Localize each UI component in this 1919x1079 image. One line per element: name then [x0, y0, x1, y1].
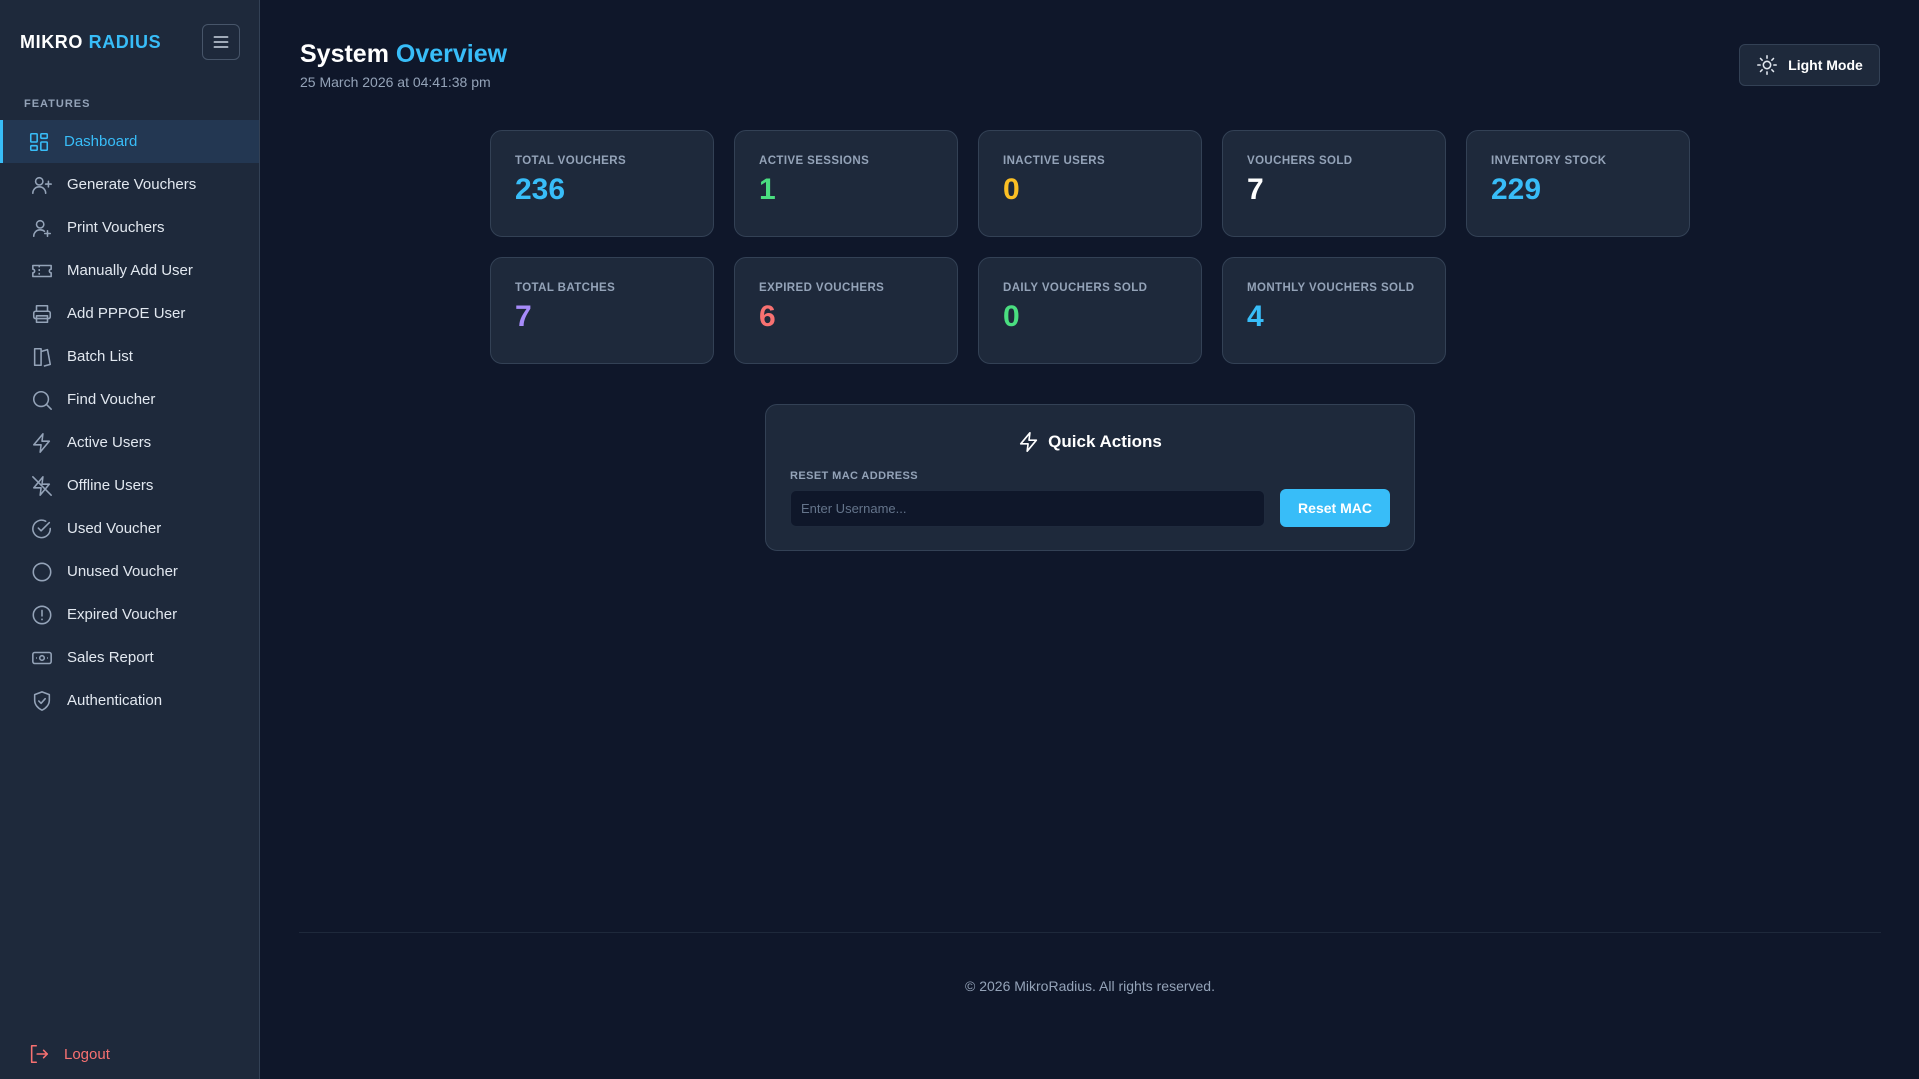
stat-value: 7	[1247, 173, 1264, 206]
stat-card-monthly-vouchers-sold: MONTHLY VOUCHERS SOLD 4	[1222, 257, 1446, 364]
stat-value: 4	[1247, 300, 1264, 333]
sidebar-item-label: Generate Vouchers	[67, 176, 197, 193]
reset-mac-button[interactable]: Reset MAC	[1280, 489, 1390, 527]
stat-card-total-vouchers: TOTAL VOUCHERS 236	[490, 130, 714, 237]
sidebar-item-label: Expired Voucher	[67, 606, 178, 623]
book-open-icon	[31, 346, 53, 368]
sidebar-item-label: Authentication	[67, 692, 163, 709]
sidebar-item-label: Find Voucher	[67, 391, 156, 408]
reset-mac-label: RESET MAC ADDRESS	[790, 470, 919, 482]
stat-card-inventory-stock: INVENTORY STOCK 229	[1466, 130, 1690, 237]
stat-value: 1	[759, 173, 776, 206]
logout-button[interactable]: Logout	[0, 1034, 260, 1074]
alert-circle-icon	[31, 604, 53, 626]
quick-actions-panel: Quick Actions RESET MAC ADDRESS Reset MA…	[765, 404, 1415, 551]
stat-label: INVENTORY STOCK	[1491, 155, 1607, 167]
stat-value: 7	[515, 300, 532, 333]
footer-divider	[299, 932, 1881, 933]
page-title-part-1: System	[300, 40, 389, 68]
main-content: System Overview 25 March 2026 at 04:41:3…	[261, 0, 1919, 1079]
light-mode-label: Light Mode	[1788, 57, 1863, 73]
sidebar-item-label: Offline Users	[67, 477, 154, 494]
sidebar-item-used-voucher[interactable]: Used Voucher	[0, 507, 259, 550]
username-input[interactable]	[790, 490, 1265, 527]
brand-word-2: RADIUS	[88, 31, 162, 52]
sidebar-nav: Dashboard Generate Vouchers Print Vouche…	[0, 120, 259, 722]
sidebar-item-label: Batch List	[67, 348, 133, 365]
stat-card-total-batches: TOTAL BATCHES 7	[490, 257, 714, 364]
lightning-icon	[31, 432, 53, 454]
stat-label: VOUCHERS SOLD	[1247, 155, 1353, 167]
sidebar-item-label: Dashboard	[64, 133, 138, 150]
lightning-icon	[1018, 431, 1040, 453]
sidebar-item-active-users[interactable]: Active Users	[0, 421, 259, 464]
sidebar-item-sales-report[interactable]: Sales Report	[0, 636, 259, 679]
footer-copyright: © 2026 MikroRadius. All rights reserved.	[965, 978, 1215, 994]
stat-label: EXPIRED VOUCHERS	[759, 282, 885, 294]
stat-card-daily-vouchers-sold: DAILY VOUCHERS SOLD 0	[978, 257, 1202, 364]
money-icon	[31, 647, 53, 669]
stat-label: MONTHLY VOUCHERS SOLD	[1247, 282, 1415, 294]
search-icon	[31, 389, 53, 411]
sidebar-item-label: Unused Voucher	[67, 563, 178, 580]
stat-label: DAILY VOUCHERS SOLD	[1003, 282, 1148, 294]
sidebar: MIKRO RADIUS FEATURES Dashboard Generate…	[0, 0, 260, 1079]
sidebar-item-unused-voucher[interactable]: Unused Voucher	[0, 550, 259, 593]
circle-icon	[31, 561, 53, 583]
ticket-icon	[31, 260, 53, 282]
stat-value: 229	[1491, 173, 1542, 206]
stat-card-inactive-users: INACTIVE USERS 0	[978, 130, 1202, 237]
shield-check-icon	[31, 690, 53, 712]
quick-actions-title: Quick Actions	[766, 431, 1414, 453]
sidebar-item-expired-voucher[interactable]: Expired Voucher	[0, 593, 259, 636]
user-plus-icon	[31, 174, 53, 196]
stat-value: 0	[1003, 173, 1020, 206]
lightning-off-icon	[31, 475, 53, 497]
sidebar-item-find-voucher[interactable]: Find Voucher	[0, 378, 259, 421]
stat-value: 236	[515, 173, 566, 206]
stat-label: ACTIVE SESSIONS	[759, 155, 870, 167]
sun-icon	[1756, 54, 1778, 76]
hamburger-icon	[213, 36, 229, 48]
stat-label: INACTIVE USERS	[1003, 155, 1106, 167]
sidebar-item-label: Print Vouchers	[67, 219, 165, 236]
sidebar-item-offline-users[interactable]: Offline Users	[0, 464, 259, 507]
sidebar-item-label: Add PPPOE User	[67, 305, 186, 322]
dashboard-grid-icon	[28, 131, 50, 153]
sidebar-item-label: Sales Report	[67, 649, 154, 666]
check-circle-icon	[31, 518, 53, 540]
brand-word-1: MIKRO	[20, 31, 83, 52]
stat-label: TOTAL BATCHES	[515, 282, 616, 294]
logout-icon	[28, 1043, 50, 1065]
sidebar-item-label: Manually Add User	[67, 262, 193, 279]
stat-card-vouchers-sold: VOUCHERS SOLD 7	[1222, 130, 1446, 237]
sidebar-item-batch-list[interactable]: Batch List	[0, 335, 259, 378]
logout-label: Logout	[64, 1045, 110, 1063]
hamburger-menu-button[interactable]	[202, 24, 240, 60]
stat-value: 0	[1003, 300, 1020, 333]
light-mode-toggle-button[interactable]: Light Mode	[1739, 44, 1880, 86]
user-icon	[31, 217, 53, 239]
stat-card-expired-vouchers: EXPIRED VOUCHERS 6	[734, 257, 958, 364]
quick-actions-title-text: Quick Actions	[1048, 432, 1162, 451]
sidebar-item-label: Active Users	[67, 434, 152, 451]
page-title-part-2: Overview	[395, 40, 508, 68]
page-title: System Overview	[300, 40, 507, 69]
sidebar-item-generate-vouchers[interactable]: Generate Vouchers	[0, 163, 259, 206]
sidebar-item-authentication[interactable]: Authentication	[0, 679, 259, 722]
sidebar-item-print-vouchers[interactable]: Print Vouchers	[0, 206, 259, 249]
sidebar-item-manually-add-user[interactable]: Manually Add User	[0, 249, 259, 292]
timestamp: 25 March 2026 at 04:41:38 pm	[300, 74, 491, 90]
brand-logo: MIKRO RADIUS	[20, 32, 161, 53]
sidebar-item-label: Used Voucher	[67, 520, 162, 537]
brand-row: MIKRO RADIUS	[0, 0, 259, 84]
features-section-label: FEATURES	[24, 98, 91, 110]
stat-value: 6	[759, 300, 776, 333]
stat-card-active-sessions: ACTIVE SESSIONS 1	[734, 130, 958, 237]
sidebar-item-dashboard[interactable]: Dashboard	[0, 120, 259, 163]
sidebar-item-add-pppoe-user[interactable]: Add PPPOE User	[0, 292, 259, 335]
printer-icon	[31, 303, 53, 325]
stat-label: TOTAL VOUCHERS	[515, 155, 627, 167]
